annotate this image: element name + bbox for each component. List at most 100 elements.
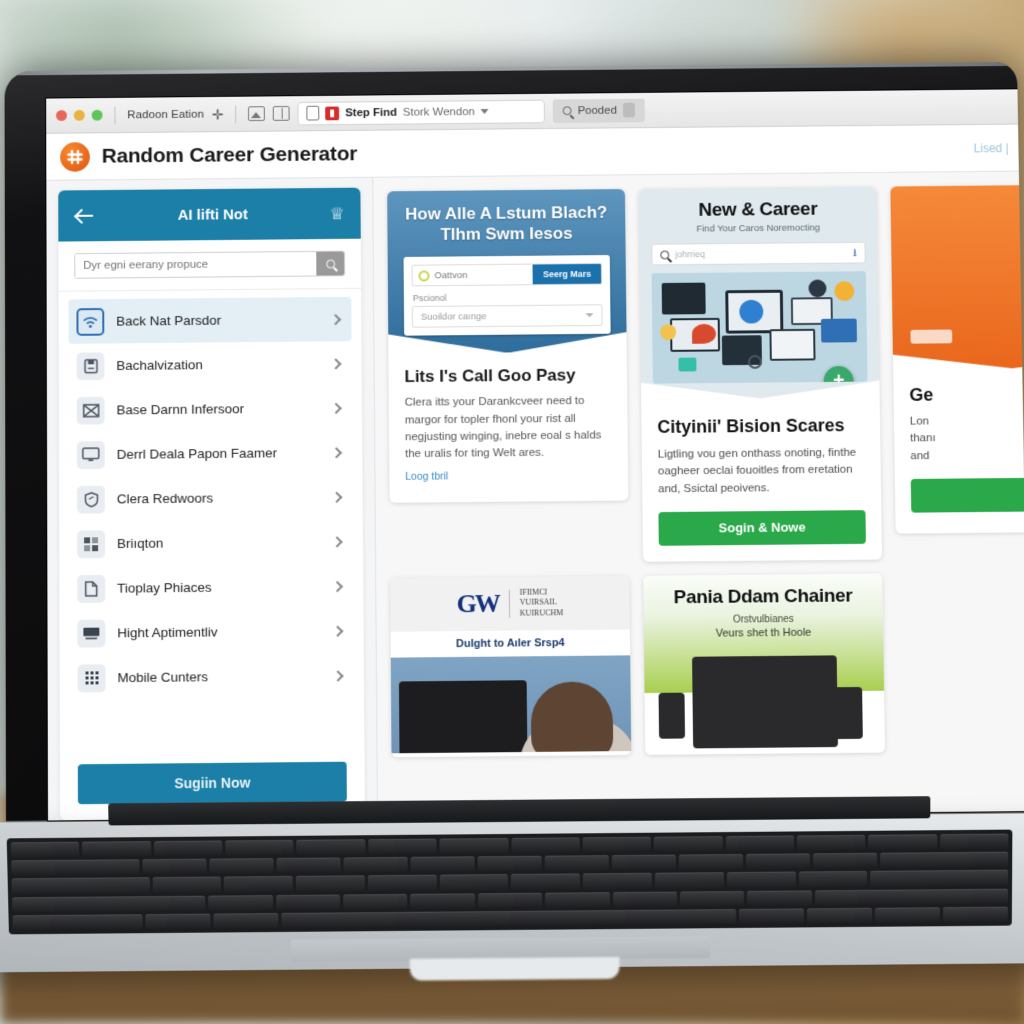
clipboard-icon	[306, 105, 320, 121]
sidebar-item-hight-aptimentliv[interactable]: Hight Aptimentliv	[69, 608, 353, 655]
card-cta-button[interactable]: Sogin & Nowe	[658, 509, 866, 546]
sidebar-item-mobile-cunters[interactable]: Mobile Cunters	[70, 653, 355, 701]
sidebar-nav: Back Nat Parsdor Bachalvization Base Dar…	[59, 289, 365, 705]
sidebar-item-label: Bachalvization	[116, 357, 203, 373]
apple-icon	[622, 102, 635, 118]
card-header: New & Career Find Your Caros Noremocting…	[639, 187, 880, 400]
search-input[interactable]	[75, 251, 317, 278]
card-title: Pania Ddam Chainer	[673, 585, 853, 608]
header-right-links[interactable]: Lised |	[974, 141, 1013, 155]
sidebar-item-back-nat-parsdor[interactable]: Back Nat Parsdor	[68, 296, 352, 344]
divider	[235, 105, 237, 123]
header-chip	[910, 329, 952, 343]
chevron-right-icon	[331, 491, 343, 503]
divider	[114, 106, 116, 124]
laptop-graphic	[692, 655, 838, 749]
sidebar-item-label: Hight Aptimentliv	[117, 624, 218, 641]
scene: Radoon Eation ✛ Step Find Stork Wendon P…	[0, 0, 1024, 1024]
form-input-value[interactable]: Oattvon	[434, 265, 533, 286]
move-icon[interactable]: ✛	[212, 106, 224, 122]
card-panla[interactable]: Pania Ddam Chainer Orstvulbianes Veurs s…	[643, 573, 886, 755]
book-icon[interactable]	[272, 106, 290, 121]
sidebar-search[interactable]	[74, 250, 346, 279]
app-body: AI lifti Not ♕ Dyr egni eerany propuce B…	[46, 171, 1024, 821]
search-icon	[325, 259, 335, 269]
card-cta-button[interactable]	[910, 476, 1024, 513]
back-arrow-icon[interactable]	[74, 205, 96, 227]
shield-icon	[76, 485, 105, 514]
search-chip[interactable]: Pooded	[552, 98, 645, 123]
page-title: Random Career Generator	[101, 142, 358, 168]
sidebar: AI lifti Not ♕ Dyr egni eerany propuce B…	[46, 177, 378, 821]
close-button[interactable]	[56, 110, 67, 121]
plus-badge-icon[interactable]: +	[824, 366, 854, 384]
site-favicon	[325, 106, 340, 120]
search-submit-button[interactable]	[316, 251, 345, 276]
card-partial-orange[interactable]: Ge Lon thanı and	[890, 184, 1024, 534]
chevron-right-icon	[331, 580, 344, 592]
card-body-line-3: and	[910, 449, 930, 462]
zoom-button[interactable]	[91, 109, 103, 121]
sidebar-item-label: Base Darnn Infersoor	[116, 401, 245, 418]
sidebar-item-clera-redwoors[interactable]: Clera Redwoors	[69, 474, 353, 521]
card-link[interactable]: Loog tbril	[405, 471, 448, 483]
chevron-right-icon	[329, 313, 342, 325]
card-body-line-1: Lon	[909, 415, 930, 428]
chevron-down-icon[interactable]	[480, 109, 489, 114]
chevron-down-icon	[586, 314, 594, 318]
card-header-title: New & Career	[698, 198, 818, 221]
image-icon[interactable]	[248, 106, 266, 122]
card-search-placeholder: johrrieq	[675, 249, 706, 260]
chevron-right-icon	[330, 446, 343, 458]
form-search-row[interactable]: Oattvon Seerg Mars	[412, 263, 603, 286]
sidebar-item-base-darnn-infersoor[interactable]: Base Darnn Infersoor	[69, 385, 352, 432]
form-select-value: Suoildor caınge	[420, 311, 487, 323]
laptop-lid: Radoon Eation ✛ Step Find Stork Wendon P…	[4, 61, 1024, 823]
inline-form[interactable]: Oattvon Seerg Mars Pscionol Suoildor caı…	[404, 255, 611, 336]
omnibox-suggestion: Stork Wendon	[402, 105, 475, 119]
search-chip-label: Pooded	[577, 104, 617, 117]
laptop-screen: Radoon Eation ✛ Step Find Stork Wendon P…	[46, 89, 1024, 821]
sidebar-header: AI lifti Not ♕	[58, 187, 361, 242]
minimize-button[interactable]	[73, 109, 85, 121]
base-notch	[409, 956, 620, 981]
card-body-title: Cityinii' Bision Scares	[657, 415, 845, 437]
card-search-field[interactable]: johrrieq ⭳	[651, 242, 865, 266]
sidebar-item-tioplay-phiaces[interactable]: Tioplay Phiaces	[69, 564, 353, 611]
download-icon[interactable]: ⭳	[853, 247, 857, 258]
card-header	[890, 184, 1024, 369]
card-how-to[interactable]: How Alle A Lstum Blach? Tlhm Swm Iesos O…	[387, 189, 629, 504]
chevron-right-icon	[332, 669, 344, 682]
sidebar-item-label: Back Nat Parsdor	[116, 312, 222, 329]
gw-logo: GW	[456, 588, 499, 618]
gw-logo-words: IFIIMCI VUIRSAIL KUIRUCHM	[519, 587, 564, 618]
search-icon	[562, 106, 572, 116]
sidebar-item-briqton[interactable]: Briıqton	[69, 519, 353, 566]
chevron-right-icon	[332, 625, 344, 637]
sidebar-item-label: Mobile Cunters	[117, 669, 209, 686]
card-body-title: Ge	[909, 384, 934, 405]
hash-logo-icon[interactable]	[60, 141, 90, 172]
chevron-right-icon	[330, 357, 342, 370]
sidebar-item-bachalvization[interactable]: Bachalvization	[69, 341, 352, 388]
card-gw[interactable]: GW IFIIMCI VUIRSAIL KUIRUCHM Dulght to A…	[390, 575, 632, 758]
card-new-career[interactable]: New & Career Find Your Caros Noremocting…	[638, 186, 883, 562]
sidebar-panel: AI lifti Not ♕ Dyr egni eerany propuce B…	[58, 187, 365, 821]
monitor-icon	[76, 440, 105, 469]
card-logo-bar: GW IFIIMCI VUIRSAIL KUIRUCHM	[390, 575, 630, 632]
form-select[interactable]: Suoildor caınge	[412, 305, 603, 328]
desktop-icon	[77, 619, 106, 648]
save-disk-icon	[76, 351, 105, 380]
address-bar[interactable]: Step Find Stork Wendon	[297, 99, 546, 126]
form-submit-button[interactable]: Seerg Mars	[533, 264, 601, 284]
card-row-top: How Alle A Lstum Blach? Tlhm Swm Iesos O…	[387, 184, 1024, 564]
card-body-title: Lits I's Call Goo Pasy	[404, 366, 576, 387]
crown-icon[interactable]: ♕	[330, 204, 345, 223]
window-controls[interactable]	[56, 109, 103, 121]
sidebar-item-derrl-deala-papon-faamer[interactable]: Derrl Deala Papon Faamer	[69, 430, 353, 477]
profile-label[interactable]: Radoon Eation	[127, 108, 204, 120]
card-body: Cityinii' Bision Scares Ligtling vou gen…	[641, 397, 882, 561]
card-body-text: Ligtling vou gen onthass onoting, finthe…	[657, 446, 857, 495]
signin-now-button[interactable]: Sugiin Now	[77, 761, 347, 805]
sidebar-item-label: Clera Redwoors	[116, 490, 214, 507]
